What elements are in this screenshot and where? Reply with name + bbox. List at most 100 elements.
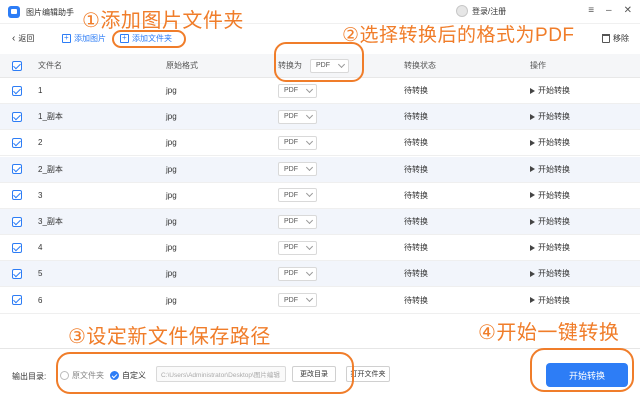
chevron-down-icon: [305, 295, 314, 303]
row-checkbox[interactable]: [12, 137, 22, 148]
row-checkbox[interactable]: [12, 85, 22, 96]
row-filename: 2_副本: [38, 164, 63, 174]
row-filename: 3_副本: [38, 217, 63, 226]
chevron-down-icon: [305, 111, 314, 119]
back-button[interactable]: ‹ 返回: [12, 33, 34, 44]
annotation-step4: ④开始一键转换: [478, 322, 620, 344]
row-format: jpg: [166, 190, 177, 200]
annotation-ring-output-path: [56, 352, 354, 394]
row-format-select[interactable]: PDF: [278, 162, 317, 177]
row-format-value: PDF: [284, 191, 298, 199]
row-format-select[interactable]: PDF: [278, 109, 317, 124]
row-filename: 1_副本: [38, 112, 63, 122]
row-filename: 5: [38, 269, 43, 279]
row-start-button[interactable]: 开始转换: [530, 130, 570, 155]
row-start-button[interactable]: 开始转换: [530, 104, 570, 129]
row-start-button[interactable]: 开始转换: [530, 209, 570, 234]
play-icon: [530, 166, 535, 173]
row-start-button[interactable]: 开始转换: [530, 261, 570, 286]
app-title: 图片编辑助手: [26, 8, 74, 17]
table-row: 6 jpg PDF 待转换 开始转换: [0, 288, 640, 314]
remove-label: 移除: [613, 34, 629, 43]
row-status: 待转换: [404, 190, 428, 200]
row-format-value: PDF: [284, 165, 298, 173]
row-start-button[interactable]: 开始转换: [530, 288, 570, 313]
annotation-ring-start: [530, 348, 634, 392]
row-start-label: 开始转换: [538, 164, 570, 174]
row-format: jpg: [166, 138, 177, 148]
chevron-down-icon: [305, 216, 314, 224]
row-filename: 3: [38, 190, 43, 200]
row-start-button[interactable]: 开始转换: [530, 235, 570, 260]
col-action: 操作: [530, 61, 546, 70]
row-status: 待转换: [404, 138, 428, 148]
play-icon: [530, 270, 535, 277]
row-filename: 1: [38, 86, 43, 95]
chevron-down-icon: [305, 137, 314, 145]
row-checkbox[interactable]: [12, 242, 22, 253]
row-format-value: PDF: [284, 270, 298, 278]
annotation-step3: ③设定新文件保存路径: [68, 326, 271, 348]
select-all-checkbox[interactable]: [12, 60, 22, 71]
login-link[interactable]: 登录/注册: [456, 5, 506, 17]
play-icon: [530, 87, 535, 94]
chevron-down-icon: [305, 268, 314, 276]
play-icon: [530, 244, 535, 251]
row-format-select[interactable]: PDF: [278, 266, 317, 281]
row-format-value: PDF: [284, 87, 298, 94]
chevron-down-icon: [305, 164, 314, 172]
row-start-button[interactable]: 开始转换: [530, 183, 570, 208]
row-format: jpg: [166, 164, 177, 174]
remove-button[interactable]: 移除: [602, 33, 629, 44]
row-format-select[interactable]: PDF: [278, 83, 317, 98]
minimize-icon[interactable]: –: [606, 5, 612, 17]
row-checkbox[interactable]: [12, 111, 22, 122]
row-format: jpg: [166, 269, 177, 279]
table-row: 2_副本 jpg PDF 待转换 开始转换: [0, 156, 640, 183]
play-icon: [530, 113, 535, 120]
row-format: jpg: [166, 86, 177, 95]
row-format-value: PDF: [284, 113, 298, 121]
row-format-select[interactable]: PDF: [278, 293, 317, 308]
row-format-value: PDF: [284, 296, 298, 304]
table-row: 3 jpg PDF 待转换 开始转换: [0, 183, 640, 209]
avatar-icon: [456, 5, 468, 17]
row-checkbox[interactable]: [12, 164, 22, 175]
row-checkbox[interactable]: [12, 268, 22, 279]
col-filename: 文件名: [38, 61, 62, 70]
row-format-select[interactable]: PDF: [278, 214, 317, 229]
play-icon: [530, 297, 535, 304]
row-format: jpg: [166, 295, 177, 305]
row-format-select[interactable]: PDF: [278, 188, 317, 203]
row-format-select[interactable]: PDF: [278, 240, 317, 255]
close-icon[interactable]: ✕: [624, 5, 632, 17]
row-start-label: 开始转换: [538, 269, 570, 279]
login-label: 登录/注册: [472, 6, 507, 16]
chevron-down-icon: [305, 190, 314, 198]
add-image-button[interactable]: 添加图片: [62, 33, 106, 44]
annotation-ring-format: [274, 42, 364, 82]
output-dir-label: 输出目录:: [12, 372, 47, 381]
row-start-label: 开始转换: [538, 86, 570, 95]
play-icon: [530, 192, 535, 199]
table-row: 1_副本 jpg PDF 待转换 开始转换: [0, 104, 640, 131]
row-format: jpg: [166, 112, 177, 122]
play-icon: [530, 218, 535, 225]
row-start-label: 开始转换: [538, 243, 570, 253]
chevron-left-icon: ‹: [12, 33, 16, 44]
row-status: 待转换: [404, 269, 428, 279]
row-start-label: 开始转换: [538, 295, 570, 305]
row-format-select[interactable]: PDF: [278, 135, 317, 150]
row-filename: 6: [38, 295, 43, 305]
table-row: 4 jpg PDF 待转换 开始转换: [0, 235, 640, 262]
app-logo-icon: [8, 6, 20, 18]
chevron-down-icon: [305, 242, 314, 250]
window-controls: ≡ – ✕: [588, 5, 632, 17]
row-checkbox[interactable]: [12, 295, 22, 306]
row-start-button[interactable]: 开始转换: [530, 78, 570, 103]
trash-icon: [602, 34, 610, 43]
row-start-button[interactable]: 开始转换: [530, 157, 570, 182]
row-checkbox[interactable]: [12, 216, 22, 227]
menu-icon[interactable]: ≡: [588, 5, 594, 17]
row-checkbox[interactable]: [12, 190, 22, 201]
